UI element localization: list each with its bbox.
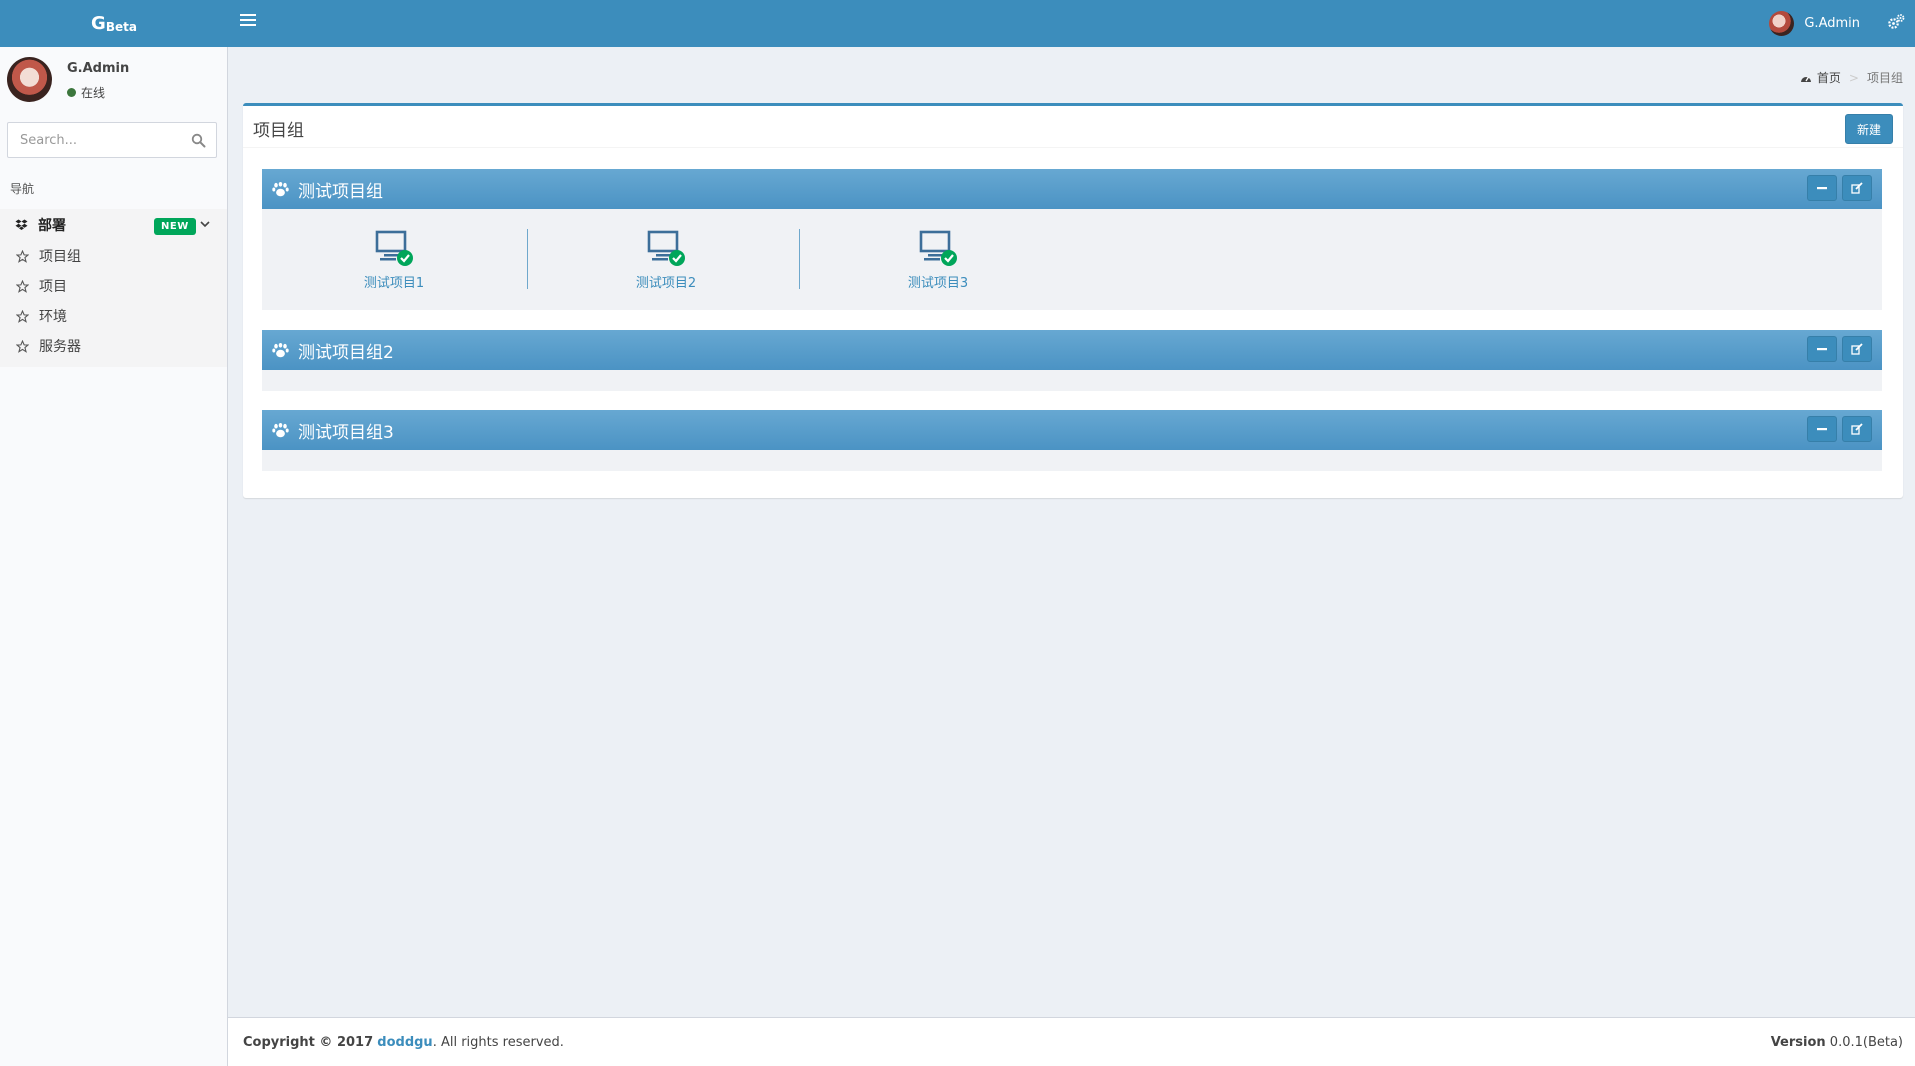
nav-header: 导航	[10, 182, 35, 196]
desktop-check-icon	[375, 230, 413, 266]
breadcrumb-home[interactable]: 首页	[1800, 69, 1841, 86]
project-label: 测试项目3	[907, 276, 969, 291]
divider	[799, 229, 800, 289]
app-logo[interactable]: G Beta	[0, 0, 228, 47]
status-text: 在线	[81, 86, 106, 100]
star-outline-icon	[16, 279, 29, 293]
search-input[interactable]	[8, 123, 184, 157]
gears-icon[interactable]	[1887, 13, 1905, 31]
paw-icon	[272, 181, 289, 196]
breadcrumb-separator: >	[1848, 70, 1859, 85]
sidebar-item-label: 部署	[38, 218, 66, 234]
sidebar-item-label: 项目	[39, 279, 67, 295]
project-list: 测试项目1 测试项目2 测试项目3	[262, 209, 1882, 310]
avatar	[1769, 10, 1795, 36]
sidebar-item-deploy[interactable]: 部署 NEW	[0, 209, 227, 241]
project-group-panel: 测试项目组 测试项目1 测试项目2 测试项目3	[262, 169, 1882, 310]
sidebar-toggle-button[interactable]	[240, 14, 256, 30]
footer: Copyright © 2017 doddgu. All rights rese…	[228, 1017, 1915, 1066]
minus-icon	[1817, 428, 1827, 431]
hamburger-icon-bar	[240, 24, 256, 26]
copyright-suffix: . All rights reserved.	[432, 1035, 564, 1050]
sidebar: G.Admin 在线 导航 部署 NEW	[0, 47, 228, 1066]
sidebar-item-environment[interactable]: 环境	[0, 301, 227, 331]
project-item[interactable]: 测试项目3	[848, 230, 1028, 291]
edit-button[interactable]	[1842, 416, 1872, 442]
project-group-title: 测试项目组2	[298, 342, 394, 363]
avatar	[7, 57, 52, 102]
version-value: 0.0.1(Beta)	[1829, 1035, 1903, 1050]
project-label: 测试项目2	[635, 276, 697, 291]
sidebar-item-project-group[interactable]: 项目组	[0, 241, 227, 271]
paw-icon	[272, 422, 289, 437]
project-group-panel: 测试项目组2	[262, 330, 1882, 391]
sidebar-search	[7, 122, 217, 158]
project-group-title: 测试项目组	[298, 181, 383, 202]
breadcrumb: 首页 > 项目组	[1800, 69, 1903, 86]
hamburger-icon-bar	[240, 19, 256, 21]
edit-button[interactable]	[1842, 175, 1872, 201]
version-info: Version 0.0.1(Beta)	[1771, 1035, 1903, 1050]
project-label: 测试项目1	[363, 276, 425, 291]
project-group-header: 测试项目组3	[262, 410, 1882, 450]
logo-main: G	[91, 13, 106, 34]
hamburger-icon	[240, 14, 256, 16]
version-label: Version	[1770, 1035, 1826, 1050]
breadcrumb-current: 项目组	[1866, 71, 1903, 85]
collapse-button[interactable]	[1807, 175, 1837, 201]
logo-sub: Beta	[105, 19, 137, 34]
status-dot-icon	[67, 88, 76, 97]
edit-button[interactable]	[1842, 336, 1872, 362]
sidebar-item-project[interactable]: 项目	[0, 271, 227, 301]
copyright: Copyright © 2017 doddgu. All rights rese…	[243, 1035, 564, 1050]
new-button[interactable]: 新建	[1844, 114, 1893, 144]
edit-icon	[1851, 182, 1863, 194]
project-group-title: 测试项目组3	[298, 422, 394, 443]
dashboard-icon	[1800, 76, 1811, 82]
desktop-check-icon	[647, 230, 685, 266]
page-title: 项目组	[253, 121, 304, 141]
edit-icon	[1851, 423, 1863, 435]
user-panel: G.Admin 在线	[0, 47, 227, 117]
collapse-button[interactable]	[1807, 416, 1837, 442]
top-navbar: G Beta G.Admin	[0, 0, 1915, 47]
search-icon[interactable]	[191, 133, 206, 148]
project-group-header: 测试项目组	[262, 169, 1882, 209]
project-group-header: 测试项目组2	[262, 330, 1882, 370]
star-outline-icon	[16, 249, 29, 263]
edit-icon	[1851, 343, 1863, 355]
paw-icon	[272, 342, 289, 357]
user-name: G.Admin	[1804, 15, 1860, 31]
dropbox-icon	[15, 219, 28, 230]
star-outline-icon	[16, 339, 29, 353]
minus-icon	[1817, 348, 1827, 351]
user-panel-name: G.Admin	[67, 61, 130, 76]
project-item[interactable]: 测试项目1	[304, 230, 484, 291]
divider	[243, 147, 1903, 148]
copyright-prefix: Copyright © 2017	[243, 1035, 374, 1050]
new-badge: NEW	[154, 218, 196, 235]
sidebar-submenu: 项目组 项目 环境 服务器	[0, 241, 227, 367]
online-status: 在线	[67, 84, 105, 101]
collapse-button[interactable]	[1807, 336, 1837, 362]
project-item[interactable]: 测试项目2	[576, 230, 756, 291]
divider	[527, 229, 528, 289]
chevron-down-icon	[200, 221, 210, 228]
desktop-check-icon	[919, 230, 957, 266]
project-group-panel: 测试项目组3	[262, 410, 1882, 471]
sidebar-tree: 部署 NEW 项目组 项目 环境 服务器	[0, 209, 227, 367]
sidebar-item-server[interactable]: 服务器	[0, 331, 227, 361]
minus-icon	[1817, 187, 1827, 190]
project-group-box: 项目组 新建 测试项目组 测试项目1 测试项目2 测试项目3 测试项目组2 测试…	[243, 103, 1903, 498]
user-menu[interactable]: G.Admin	[1769, 10, 1860, 36]
sidebar-item-label: 项目组	[39, 249, 81, 265]
star-outline-icon	[16, 309, 29, 323]
sidebar-item-label: 环境	[39, 309, 67, 325]
breadcrumb-home-label: 首页	[1816, 71, 1841, 85]
sidebar-item-label: 服务器	[39, 339, 81, 355]
company-link[interactable]: doddgu	[377, 1035, 432, 1050]
